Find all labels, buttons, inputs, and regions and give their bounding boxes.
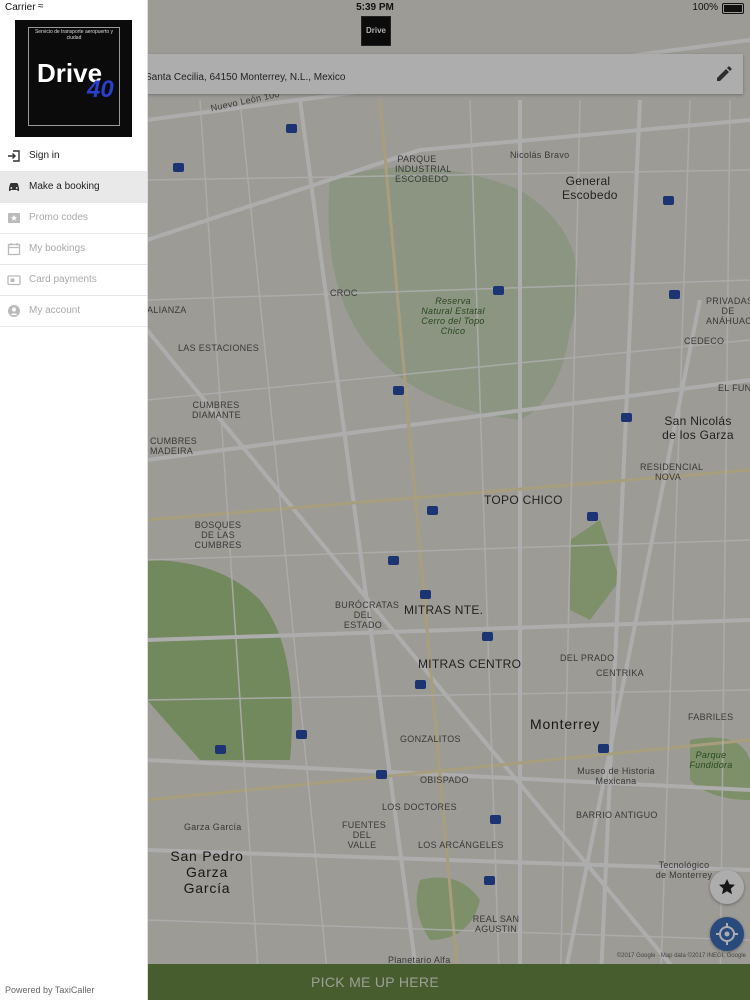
menu-item-sign-in[interactable]: Sign in xyxy=(0,141,147,172)
card-icon xyxy=(7,275,21,286)
logo-brand-number: 40 xyxy=(87,76,114,103)
clock-label: 5:39 PM xyxy=(356,2,394,13)
menu-item-label: My bookings xyxy=(29,243,86,254)
battery-percent: 100% xyxy=(692,2,718,13)
logo-tagline: Servicio de transporte aeropuerto y ciud… xyxy=(34,29,114,41)
side-drawer: Servicio de transporte aeropuerto y ciud… xyxy=(0,0,148,1000)
menu-item-my-bookings[interactable]: My bookings xyxy=(0,234,147,265)
menu-item-label: My account xyxy=(29,305,81,316)
star-icon xyxy=(8,213,20,223)
menu-item-label: Make a booking xyxy=(29,181,100,192)
powered-by-label: Powered by TaxiCaller xyxy=(5,985,95,995)
brand-logo: Servicio de transporte aeropuerto y ciud… xyxy=(15,20,132,137)
menu-item-label: Sign in xyxy=(29,150,60,161)
menu-item-label: Card payments xyxy=(29,274,97,285)
menu-item-card-payments[interactable]: Card payments xyxy=(0,265,147,296)
drawer-menu: Sign in Make a booking Promo codes My bo… xyxy=(0,141,147,327)
status-bar: Carrier ≈ 5:39 PM 100% xyxy=(0,0,750,16)
account-icon xyxy=(8,305,20,317)
battery-icon xyxy=(722,3,744,14)
menu-item-label: Promo codes xyxy=(29,212,88,223)
car-icon xyxy=(9,183,19,191)
menu-item-promo-codes[interactable]: Promo codes xyxy=(0,203,147,234)
calendar-icon xyxy=(7,243,21,256)
sign-in-icon xyxy=(8,150,20,162)
menu-item-my-account[interactable]: My account xyxy=(0,296,147,327)
menu-item-make-booking[interactable]: Make a booking xyxy=(0,172,147,203)
drawer-backdrop[interactable] xyxy=(147,0,750,1000)
